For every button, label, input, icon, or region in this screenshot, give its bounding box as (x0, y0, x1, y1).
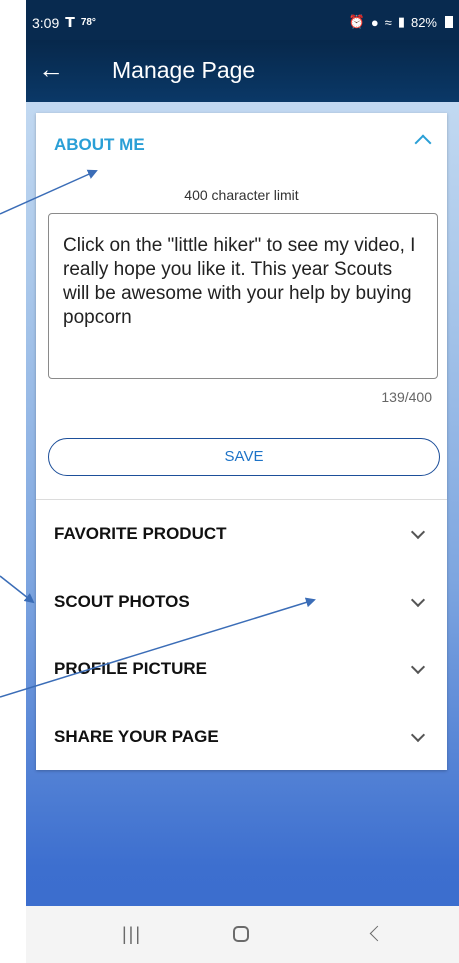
divider (36, 499, 447, 500)
character-limit-label: 400 character limit (184, 187, 299, 203)
back-icon[interactable] (369, 925, 386, 942)
system-nav-bar: ||| (26, 906, 459, 963)
scout-photos-row[interactable]: SCOUT PHOTOS (36, 578, 447, 628)
battery-icon (445, 16, 453, 28)
status-temp: 78° (80, 17, 96, 28)
about-me-heading[interactable]: ABOUT ME (54, 135, 145, 155)
wifi-icon: ≈ (384, 14, 392, 30)
alarm-icon: ⏰ (348, 14, 365, 29)
chevron-down-icon[interactable] (410, 727, 426, 743)
page-title: Manage Page (112, 57, 256, 83)
accordion-label: SHARE YOUR PAGE (54, 727, 219, 746)
recent-apps-icon[interactable]: ||| (122, 924, 142, 945)
home-icon[interactable] (233, 926, 249, 942)
status-time: 3:09 (32, 14, 60, 31)
location-icon: ● (370, 14, 379, 30)
phone-screen: 3:09 𝗧 78° ⏰ ● ≈ ▮ 82% ← Manage Page ABO… (26, 0, 459, 963)
back-arrow-icon[interactable]: ← (38, 53, 64, 85)
battery-percent: 82% (410, 14, 437, 30)
accordion-label: PROFILE PICTURE (54, 659, 208, 678)
app-bar: ← Manage Page (26, 40, 459, 102)
character-counter: 139/400 (381, 389, 432, 405)
chevron-up-icon[interactable] (414, 134, 432, 152)
signal-icon: ▮ (397, 14, 405, 29)
favorite-product-row[interactable]: FAVORITE PRODUCT (36, 510, 447, 560)
chevron-down-icon[interactable] (410, 592, 426, 608)
chevron-down-icon[interactable] (410, 524, 426, 540)
about-me-textarea[interactable]: Click on the "little hiker" to see my vi… (48, 213, 438, 379)
accordion-label: FAVORITE PRODUCT (54, 524, 227, 543)
manage-page-card: ABOUT ME 400 character limit Click on th… (36, 113, 447, 770)
profile-picture-row[interactable]: PROFILE PICTURE (36, 645, 447, 695)
antenna-icon: 𝗧 (65, 14, 75, 30)
save-button[interactable]: SAVE (48, 438, 440, 476)
share-your-page-row[interactable]: SHARE YOUR PAGE (36, 713, 447, 763)
chevron-down-icon[interactable] (410, 659, 426, 675)
accordion-label: SCOUT PHOTOS (54, 592, 190, 611)
status-bar: 3:09 𝗧 78° ⏰ ● ≈ ▮ 82% (26, 0, 459, 40)
